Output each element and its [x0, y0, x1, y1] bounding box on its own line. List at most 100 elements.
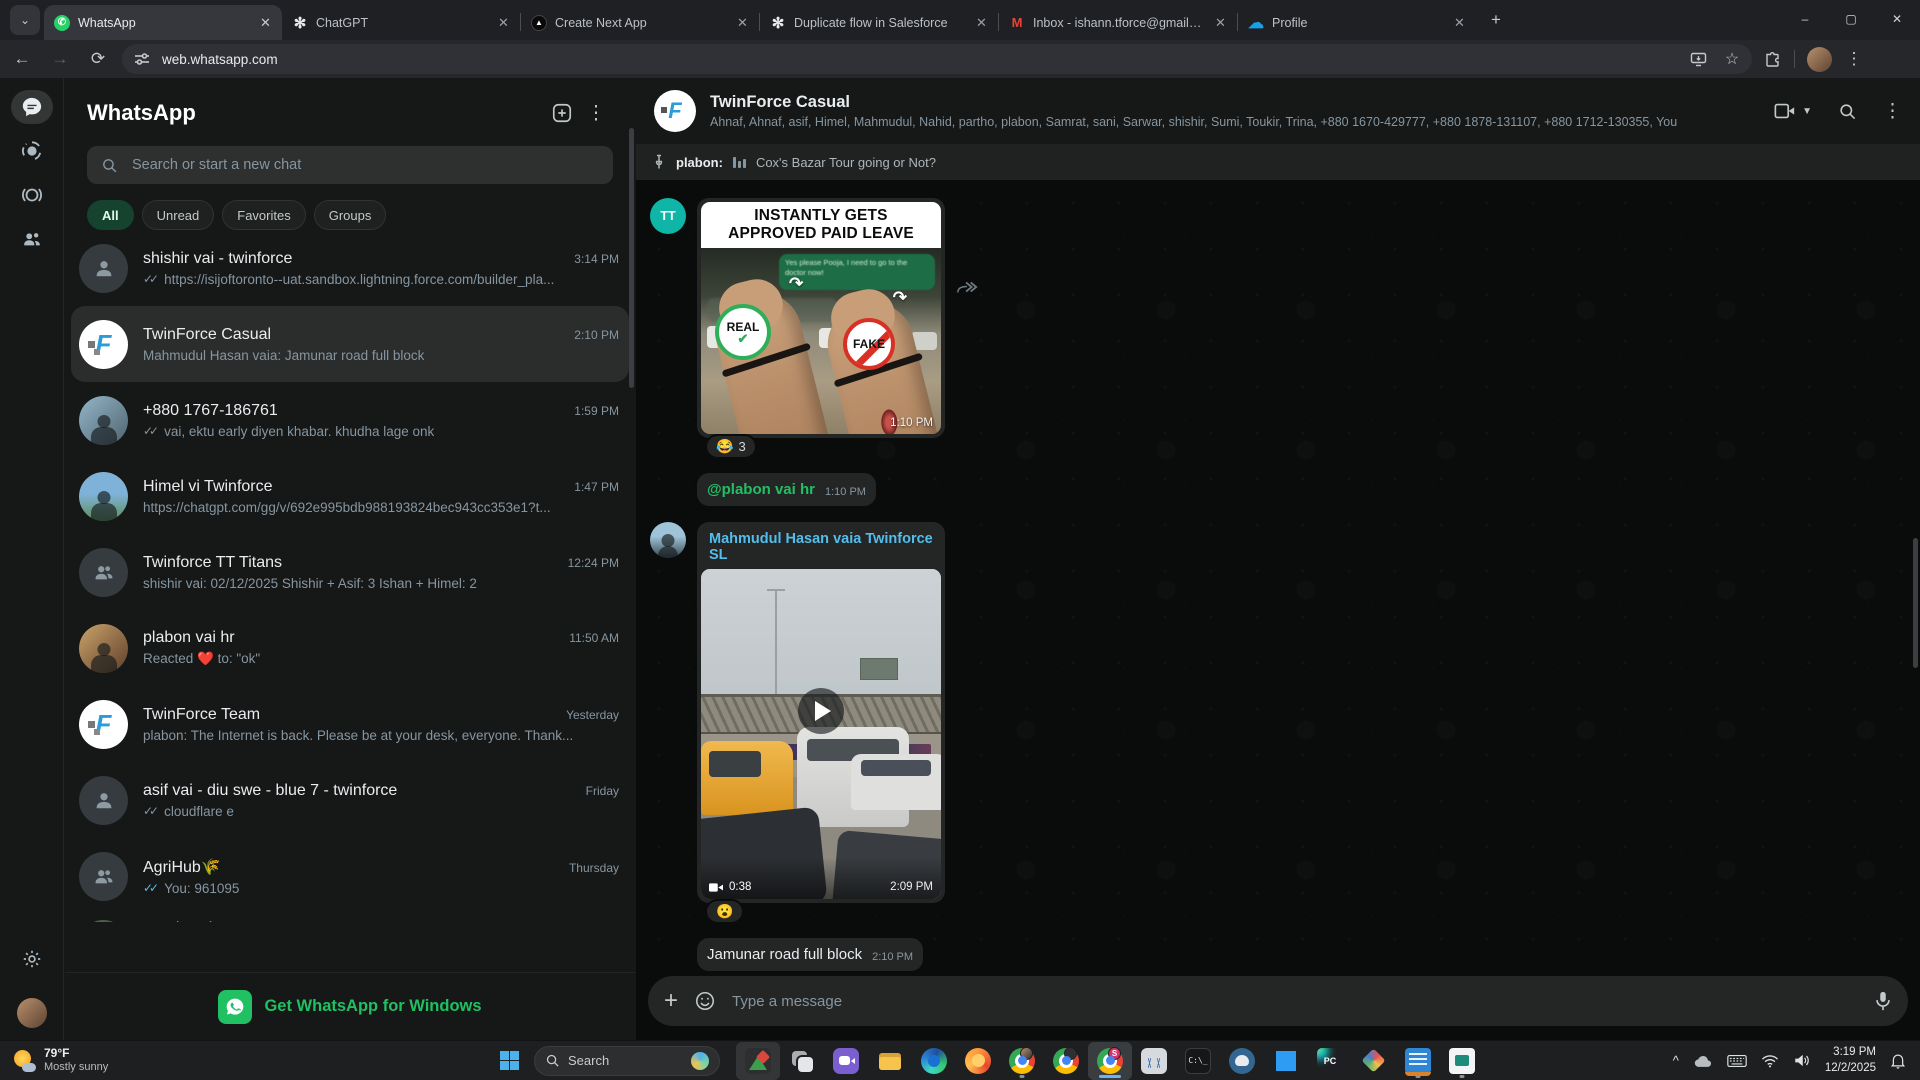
tab-chatgpt[interactable]: ✻ ChatGPT ✕ — [282, 5, 520, 40]
chat-list-item[interactable]: Twinforce TT Titans12:24 PM shishir vai:… — [65, 534, 635, 610]
image-bubble[interactable]: INSTANTLY GETS APPROVED PAID LEAVE Yes p… — [697, 198, 945, 438]
tab-close-icon[interactable]: ✕ — [973, 14, 990, 31]
firefox-icon[interactable] — [956, 1042, 1000, 1080]
taskbar-clock[interactable]: 3:19 PM 12/2/2025 — [1825, 1045, 1876, 1076]
terminal-icon[interactable]: C:\_ — [1176, 1042, 1220, 1080]
mention-text[interactable]: @plabon vai hr — [707, 481, 815, 498]
tab-close-icon[interactable]: ✕ — [1212, 14, 1229, 31]
notification-bell-icon[interactable] — [1890, 1052, 1906, 1069]
meme-image[interactable]: INSTANTLY GETS APPROVED PAID LEAVE Yes p… — [701, 202, 941, 434]
site-settings-icon[interactable] — [132, 49, 152, 69]
new-tab-button[interactable]: + — [1482, 6, 1510, 34]
forward-icon[interactable] — [956, 278, 978, 506]
extensions-icon[interactable] — [1762, 49, 1782, 69]
chrome-profile1-icon[interactable] — [1000, 1042, 1044, 1080]
emoji-icon[interactable] — [694, 990, 716, 1012]
address-bar[interactable]: web.whatsapp.com ☆ — [122, 44, 1752, 74]
weather-widget[interactable]: 79°F Mostly sunny — [0, 1046, 200, 1074]
start-button[interactable] — [490, 1042, 528, 1080]
tab-gmail-inbox[interactable]: M Inbox - ishann.tforce@gmail.co ✕ — [999, 5, 1237, 40]
reload-button[interactable]: ⟳ — [82, 43, 114, 75]
mic-icon[interactable] — [1874, 990, 1892, 1012]
attach-plus-icon[interactable]: + — [664, 989, 678, 1013]
reaction-pill[interactable]: 😂 3 — [705, 434, 757, 459]
tab-close-icon[interactable]: ✕ — [257, 14, 274, 31]
monitor-app-icon[interactable] — [1132, 1042, 1176, 1080]
volume-icon[interactable] — [1793, 1053, 1811, 1068]
chat-list-item[interactable]: +880 1767-1867611:59 PM ✓✓vai, ektu earl… — [65, 382, 635, 458]
tab-profile[interactable]: ☁ Profile ✕ — [1238, 5, 1476, 40]
tab-search-button[interactable]: ⌄ — [10, 5, 40, 35]
chat-list-item[interactable]: AgriHub🌾Thursday ✓✓You: 961095 — [65, 838, 635, 914]
profile-avatar[interactable] — [17, 998, 47, 1028]
composer-placeholder[interactable]: Type a message — [732, 993, 1858, 1010]
filter-groups[interactable]: Groups — [314, 200, 387, 230]
tab-salesforce-flow[interactable]: ✻ Duplicate flow in Salesforce ✕ — [760, 5, 998, 40]
status-nav-button[interactable] — [11, 134, 53, 168]
tab-whatsapp[interactable]: ✆ WhatsApp ✕ — [44, 5, 282, 40]
video-thumbnail[interactable]: 0:38 2:09 PM — [701, 569, 941, 899]
filter-unread[interactable]: Unread — [142, 200, 215, 230]
taskpro-app-icon[interactable] — [1440, 1042, 1484, 1080]
video-bubble[interactable]: Mahmudul Hasan vaia Twinforce SL — [697, 522, 945, 903]
postgresql-icon[interactable] — [1220, 1042, 1264, 1080]
minimize-button[interactable]: – — [1782, 0, 1828, 38]
diamond-app-icon[interactable] — [1352, 1042, 1396, 1080]
chats-nav-button[interactable] — [11, 90, 53, 124]
chat-list-item[interactable]: F TwinForce TeamYesterday plabon: The In… — [65, 686, 635, 762]
group-avatar[interactable]: F — [654, 90, 696, 132]
vscode-icon[interactable] — [1264, 1042, 1308, 1080]
message-text-bubble[interactable]: @plabon vai hr 1:10 PM — [697, 473, 876, 506]
settings-nav-button[interactable] — [11, 942, 53, 976]
chat-list-item[interactable]: plabon vai hr11:50 AM Reacted ❤️ to: "ok… — [65, 610, 635, 686]
pinned-message-bar[interactable]: plabon: Cox's Bazar Tour going or Not? — [636, 144, 1920, 180]
chat-list-item[interactable]: Sumi A Diu cse 57Thursday — [65, 914, 635, 922]
tab-close-icon[interactable]: ✕ — [1451, 14, 1468, 31]
chrome-profile2-icon[interactable] — [1044, 1042, 1088, 1080]
edge-icon[interactable] — [912, 1042, 956, 1080]
tab-close-icon[interactable]: ✕ — [734, 14, 751, 31]
install-app-icon[interactable] — [1688, 49, 1708, 69]
chat-menu-icon[interactable]: ⋮ — [1883, 100, 1902, 123]
play-button-icon[interactable] — [798, 688, 844, 734]
filter-all[interactable]: All — [87, 200, 134, 230]
browser-menu-icon[interactable]: ⋮ — [1844, 49, 1864, 69]
reaction-pill[interactable]: 😮 — [705, 899, 744, 924]
chat-list-item[interactable]: shishir vai - twinforce3:14 PM ✓✓https:/… — [65, 230, 635, 306]
chat-scrollbar[interactable] — [1913, 538, 1918, 668]
wifi-icon[interactable] — [1761, 1054, 1779, 1068]
channels-nav-button[interactable] — [11, 178, 53, 212]
sender-avatar[interactable] — [650, 522, 686, 558]
maximize-button[interactable]: ▢ — [1828, 0, 1874, 38]
chat-app-icon[interactable] — [824, 1042, 868, 1080]
app-icon-1[interactable] — [736, 1042, 780, 1080]
chrome-active-icon[interactable]: S — [1088, 1042, 1132, 1080]
communities-nav-button[interactable] — [11, 222, 53, 256]
browser-profile-avatar[interactable] — [1807, 47, 1832, 72]
touch-keyboard-icon[interactable] — [1727, 1054, 1747, 1068]
tab-close-icon[interactable]: ✕ — [495, 14, 512, 31]
tray-chevron-icon[interactable]: ^ — [1673, 1053, 1679, 1068]
message-composer[interactable]: + Type a message — [648, 976, 1908, 1026]
filter-favorites[interactable]: Favorites — [222, 200, 305, 230]
tab-create-next-app[interactable]: ▲ Create Next App ✕ — [521, 5, 759, 40]
forward-button[interactable]: → — [44, 43, 76, 75]
chat-list-item-selected[interactable]: F TwinForce Casual2:10 PM Mahmudul Hasan… — [71, 306, 629, 382]
notes-app-icon[interactable] — [1396, 1042, 1440, 1080]
get-whatsapp-banner[interactable]: Get WhatsApp for Windows — [65, 972, 635, 1040]
new-chat-button[interactable] — [545, 96, 579, 130]
search-input[interactable]: Search or start a new chat — [87, 146, 613, 184]
sidebar-scrollbar[interactable] — [629, 128, 634, 388]
close-window-button[interactable]: ✕ — [1874, 0, 1920, 38]
chat-header[interactable]: F TwinForce Casual Ahnaf, Ahnaf, asif, H… — [636, 78, 1920, 144]
file-explorer-icon[interactable] — [868, 1042, 912, 1080]
search-chat-icon[interactable] — [1838, 102, 1857, 121]
sender-avatar[interactable]: TT — [650, 198, 686, 234]
message-text-bubble[interactable]: Jamunar road full block 2:10 PM — [697, 938, 923, 971]
chat-list-item[interactable]: Himel vi Twinforce1:47 PM https://chatgp… — [65, 458, 635, 534]
bookmark-star-icon[interactable]: ☆ — [1722, 49, 1742, 69]
sender-name[interactable]: Mahmudul Hasan vaia Twinforce SL — [701, 526, 941, 569]
chat-list-item[interactable]: asif vai - diu swe - blue 7 - twinforceF… — [65, 762, 635, 838]
taskbar-search[interactable]: Search — [534, 1046, 720, 1076]
onedrive-icon[interactable] — [1693, 1054, 1713, 1068]
